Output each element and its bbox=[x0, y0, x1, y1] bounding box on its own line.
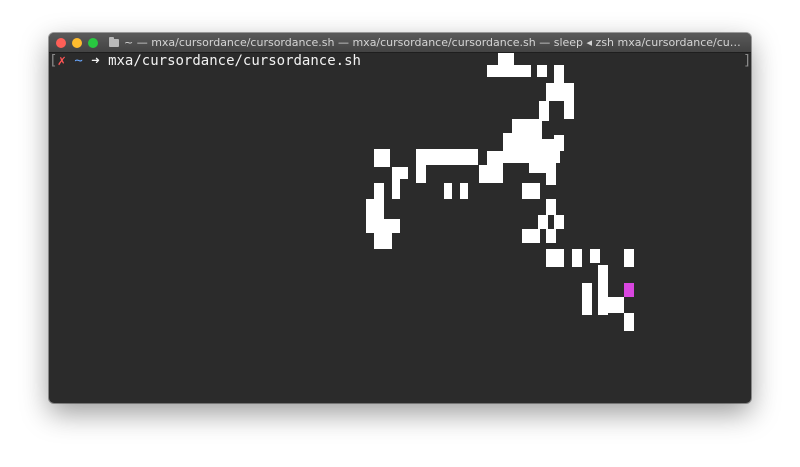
pixel-block bbox=[624, 313, 634, 331]
pixel-block bbox=[598, 265, 608, 283]
pixel-art bbox=[366, 53, 634, 331]
pixel-block bbox=[487, 151, 503, 165]
pixel-block bbox=[554, 215, 564, 229]
pixel-block bbox=[416, 149, 478, 165]
pixel-block bbox=[460, 183, 468, 199]
pixel-block bbox=[522, 229, 540, 243]
pixel-block bbox=[366, 199, 384, 219]
pixel-block bbox=[546, 163, 556, 185]
pixel-block bbox=[479, 165, 503, 183]
pixel-block bbox=[416, 165, 426, 183]
pixel-block bbox=[538, 215, 548, 229]
pixel-block bbox=[539, 101, 549, 121]
minimize-button[interactable] bbox=[72, 38, 82, 48]
pixel-block bbox=[546, 199, 556, 215]
window-title: ~ — mxa/cursordance/cursordance.sh — mxa… bbox=[124, 36, 744, 49]
pixel-block bbox=[487, 65, 531, 77]
folder-icon bbox=[109, 37, 119, 47]
pixel-block bbox=[572, 249, 582, 267]
pixel-block bbox=[392, 179, 400, 199]
pixel-block bbox=[624, 249, 634, 267]
terminal-content[interactable]: [✗ ~ ➜ mxa/cursordance/cursordance.sh ] bbox=[49, 53, 751, 403]
pixel-block bbox=[598, 283, 608, 315]
zoom-button[interactable] bbox=[88, 38, 98, 48]
pixel-block bbox=[522, 183, 540, 199]
pixel-block bbox=[512, 119, 542, 139]
pixel-block bbox=[554, 65, 564, 77]
pixel-block bbox=[366, 219, 400, 233]
pixel-block bbox=[444, 183, 452, 199]
cursor-block bbox=[624, 283, 634, 297]
pixel-block bbox=[590, 249, 600, 263]
pixel-block bbox=[554, 77, 564, 83]
pixel-block bbox=[608, 297, 624, 313]
pixel-block bbox=[564, 101, 574, 119]
pixel-block bbox=[503, 139, 560, 163]
terminal-window: ~ — mxa/cursordance/cursordance.sh — mxa… bbox=[49, 33, 751, 403]
title-bar[interactable]: ~ — mxa/cursordance/cursordance.sh — mxa… bbox=[49, 33, 751, 53]
pixel-block bbox=[554, 135, 564, 151]
pixel-block bbox=[537, 65, 547, 77]
pixel-block bbox=[546, 249, 564, 267]
pixel-block bbox=[498, 53, 514, 65]
close-button[interactable] bbox=[56, 38, 66, 48]
pixel-block bbox=[546, 83, 574, 101]
pixel-block bbox=[374, 149, 390, 167]
pixel-block bbox=[374, 233, 392, 249]
pixel-block bbox=[374, 183, 384, 199]
pixel-block bbox=[392, 167, 408, 179]
pixel-block bbox=[582, 283, 592, 315]
pixel-block bbox=[546, 229, 556, 243]
